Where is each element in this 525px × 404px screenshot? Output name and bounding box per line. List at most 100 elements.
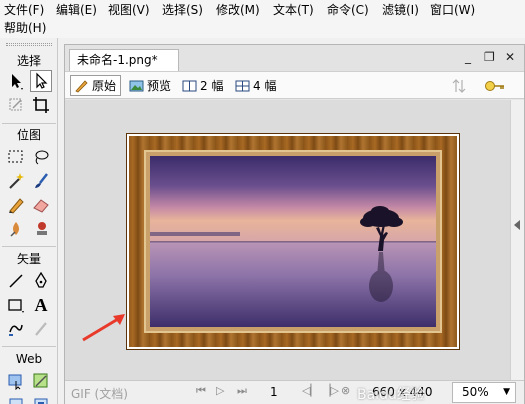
marquee-tool[interactable] [5, 146, 27, 168]
menu-bar: 文件(F) 编辑(E) 视图(V) 选择(S) 修改(M) 文本(T) 命令(C… [0, 0, 525, 38]
export-key-button[interactable] [481, 75, 509, 96]
sort-arrows-icon [452, 78, 466, 93]
scale-icon [9, 98, 22, 111]
text-tool[interactable]: A [30, 294, 52, 316]
picture-icon [129, 80, 144, 91]
separator [2, 123, 56, 124]
view-preview-button[interactable]: 预览 [126, 75, 174, 96]
frame-number: 1 [270, 385, 278, 399]
magic-wand-icon [9, 173, 24, 189]
hotspot-icon [8, 374, 22, 390]
pencil-icon [75, 79, 88, 92]
status-format: GIF (文档) [71, 387, 128, 401]
first-frame-icon[interactable]: ⏮ [196, 384, 206, 398]
canvas-area[interactable] [65, 100, 510, 380]
rubber-stamp-icon [37, 222, 47, 235]
subselect-icon [36, 72, 48, 89]
zoom-value: 50% [462, 385, 489, 399]
scroll-left-arrow-icon[interactable] [514, 220, 520, 230]
minimize-icon[interactable]: _ [465, 50, 471, 64]
subselect-tool[interactable] [30, 70, 52, 92]
line-tool[interactable] [5, 270, 27, 292]
panel-grip[interactable] [6, 43, 52, 46]
magic-wand-tool[interactable] [5, 170, 27, 192]
marquee-icon [8, 150, 23, 163]
menu-edit[interactable]: 编辑(E) [56, 2, 97, 19]
view-toolbar: 原始 预览 2 幅 4 幅 [65, 71, 524, 99]
crop-icon [33, 97, 49, 113]
four-up-icon [235, 80, 250, 91]
separator [2, 246, 56, 247]
stop-icon[interactable]: ⊗ [341, 384, 350, 397]
show-slices-tool[interactable] [30, 394, 52, 404]
hide-slices-icon [9, 398, 23, 404]
freeform-tool[interactable] [5, 318, 27, 340]
section-title-bitmap: 位图 [16, 128, 41, 142]
knife-tool[interactable] [30, 318, 52, 340]
two-up-icon [182, 80, 197, 91]
brush-icon [35, 173, 48, 188]
pencil-tool[interactable] [5, 194, 27, 216]
show-slices-icon [34, 398, 48, 404]
menu-file[interactable]: 文件(F) [4, 2, 44, 19]
separator [2, 346, 56, 347]
menu-modify[interactable]: 修改(M) [216, 2, 260, 19]
eraser-tool[interactable] [30, 194, 52, 216]
slice-icon [33, 373, 48, 388]
crop-tool[interactable] [30, 94, 52, 116]
view-4up-button[interactable]: 4 幅 [232, 75, 279, 96]
rectangle-tool[interactable] [5, 294, 27, 316]
rubber-stamp-tool[interactable] [30, 218, 52, 240]
menu-text[interactable]: 文本(T) [273, 2, 314, 19]
pen-tool[interactable] [30, 270, 52, 292]
menu-select[interactable]: 选择(S) [162, 2, 203, 19]
section-title-web: Web [15, 352, 43, 366]
menu-help[interactable]: 帮助(H) [4, 20, 46, 37]
menu-window[interactable]: 窗口(W) [430, 2, 475, 19]
hotspot-tool[interactable] [5, 370, 27, 392]
chevron-down-icon[interactable]: ▼ [503, 383, 510, 402]
sunset-lake-photo [150, 156, 436, 327]
lasso-tool[interactable] [30, 146, 52, 168]
view-original-label: 原始 [92, 79, 117, 93]
knife-icon [35, 322, 47, 336]
last-frame-icon[interactable]: ⏭ [237, 384, 247, 398]
eraser-icon [33, 199, 49, 213]
line-icon [9, 274, 23, 288]
pen-icon [35, 272, 47, 288]
brush-tool[interactable] [30, 170, 52, 192]
view-4up-label: 4 幅 [253, 79, 277, 93]
play-icon[interactable]: ▷ [216, 384, 224, 397]
key-icon [485, 80, 504, 91]
export-options-button[interactable] [449, 75, 470, 96]
restore-icon[interactable]: ❐ [484, 50, 495, 64]
next-frame-icon[interactable]: ▕▷ [322, 384, 339, 397]
view-2up-button[interactable]: 2 幅 [179, 75, 226, 96]
close-icon[interactable]: ✕ [505, 50, 515, 64]
document-window: 未命名-1.png* _ ❐ ✕ 原始 预览 2 幅 4 幅 GIF (文档) … [64, 44, 525, 404]
hide-slices-tool[interactable] [5, 394, 27, 404]
document-tab[interactable]: 未命名-1.png* [69, 49, 179, 71]
section-title-select: 选择 [16, 54, 41, 68]
freeform-icon [9, 324, 23, 336]
menu-filter[interactable]: 滤镜(I) [382, 2, 419, 19]
menu-view[interactable]: 视图(V) [108, 2, 150, 19]
blur-tool[interactable] [5, 218, 27, 240]
blur-icon [10, 222, 19, 237]
menu-command[interactable]: 命令(C) [327, 2, 369, 19]
frame-inner-border [144, 150, 442, 333]
tools-panel: 选择 位图 矢量 A Web [0, 38, 58, 404]
slice-tool[interactable] [30, 370, 52, 392]
vertical-scrollbar[interactable] [510, 100, 524, 380]
zoom-select[interactable]: 50% ▼ [452, 382, 516, 403]
document-tab-row: 未命名-1.png* _ ❐ ✕ [65, 45, 524, 71]
prev-frame-icon[interactable]: ◁▏ [302, 384, 319, 397]
view-2up-label: 2 幅 [200, 79, 224, 93]
pointer-tool[interactable] [5, 70, 27, 92]
red-arrow-left [82, 314, 125, 342]
pencil-icon [9, 198, 24, 214]
text-tool-glyph: A [34, 294, 48, 315]
scale-tool[interactable] [5, 94, 27, 116]
view-original-button[interactable]: 原始 [70, 75, 121, 96]
wooden-frame-image [126, 133, 460, 350]
